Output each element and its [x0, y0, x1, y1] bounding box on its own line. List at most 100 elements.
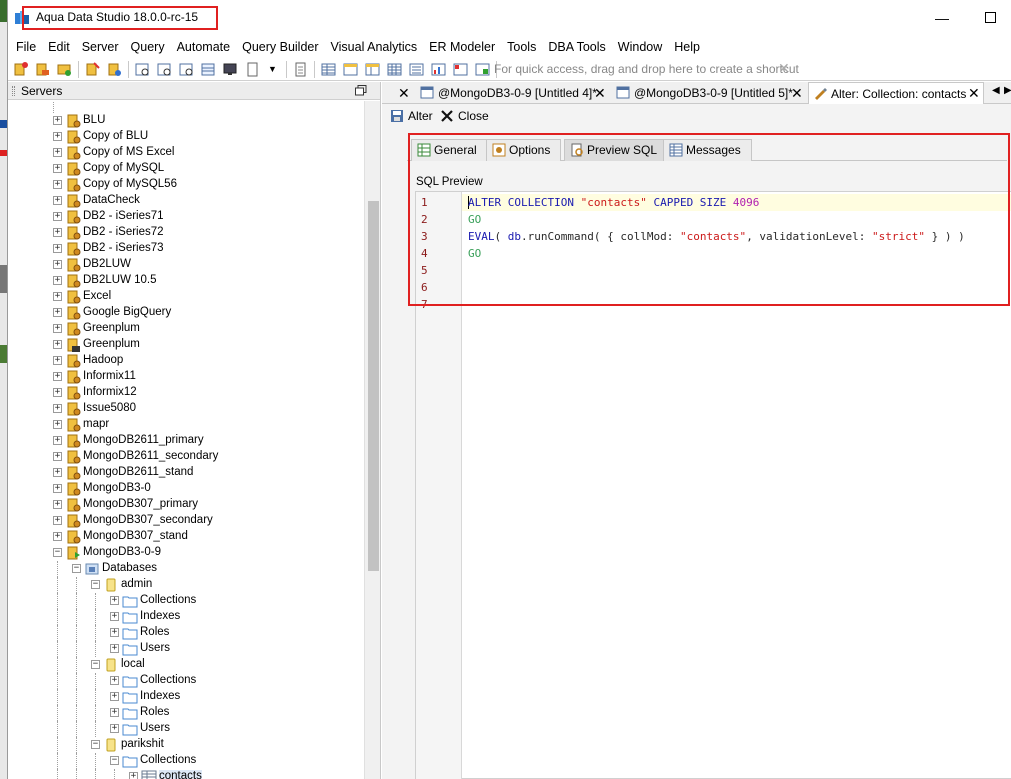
table-data-icon[interactable] — [200, 61, 217, 78]
expand-icon[interactable]: + — [53, 516, 62, 525]
restore-panel-icon[interactable] — [355, 85, 367, 96]
export-view-icon[interactable] — [474, 61, 491, 78]
refresh-server-icon[interactable] — [106, 61, 123, 78]
tab-untitled-5[interactable]: @MongoDB3-0-9 [Untitled 5]* — [612, 82, 793, 104]
tree-item-server[interactable]: + MongoDB307_stand — [8, 529, 363, 545]
disconnect-icon[interactable] — [84, 61, 101, 78]
expand-icon[interactable]: + — [53, 356, 62, 365]
tree-item-server[interactable]: + Greenplum — [8, 337, 363, 353]
chart-view-icon[interactable] — [430, 61, 447, 78]
tree-item-server[interactable]: + DB2 - iSeries72 — [8, 225, 363, 241]
expand-icon[interactable]: + — [53, 196, 62, 205]
tree-item-folder[interactable]: + Roles — [8, 705, 363, 721]
script-icon[interactable] — [292, 61, 309, 78]
collapse-icon[interactable]: − — [91, 660, 100, 669]
expand-icon[interactable]: + — [53, 324, 62, 333]
expand-icon[interactable]: + — [53, 260, 62, 269]
expand-icon[interactable]: + — [53, 388, 62, 397]
tree-item-server[interactable]: + Hadoop — [8, 353, 363, 369]
tree-item-server[interactable]: + DB2 - iSeries73 — [8, 241, 363, 257]
monitor-icon[interactable] — [222, 61, 239, 78]
expand-icon[interactable]: + — [53, 148, 62, 157]
menu-query[interactable]: Query — [125, 37, 171, 57]
tree-item-server[interactable]: + Google BigQuery — [8, 305, 363, 321]
expand-icon[interactable]: + — [53, 452, 62, 461]
tree-item-database[interactable]: − parikshit — [8, 737, 363, 753]
expand-icon[interactable]: + — [53, 116, 62, 125]
tab-scroll-left-icon[interactable]: ◀ — [992, 85, 1000, 96]
tree-item-server[interactable]: + MongoDB2611_stand — [8, 465, 363, 481]
tree-item-server[interactable]: + DataCheck — [8, 193, 363, 209]
tree-item-folder[interactable]: + Collections — [8, 593, 363, 609]
server-properties-icon[interactable] — [34, 61, 51, 78]
expand-icon[interactable]: + — [110, 708, 119, 717]
tree-item-folder[interactable]: − Collections — [8, 753, 363, 769]
tree-item-database[interactable]: − local — [8, 657, 363, 673]
tree-item-server[interactable]: + Informix12 — [8, 385, 363, 401]
tab-close-icon[interactable]: ✕ — [398, 82, 410, 104]
expand-icon[interactable]: + — [53, 484, 62, 493]
tree-item-collection[interactable]: + contacts — [8, 769, 363, 779]
menu-query-builder[interactable]: Query Builder — [236, 37, 324, 57]
tree-item-server[interactable]: + DB2LUW 10.5 — [8, 273, 363, 289]
expand-icon[interactable]: + — [53, 180, 62, 189]
pivot-view-icon[interactable] — [452, 61, 469, 78]
tree-item-server[interactable]: + MongoDB2611_secondary — [8, 449, 363, 465]
register-server-icon[interactable] — [12, 61, 29, 78]
menu-edit[interactable]: Edit — [42, 37, 76, 57]
expand-icon[interactable]: + — [110, 612, 119, 621]
expand-icon[interactable]: + — [53, 468, 62, 477]
tree-item-server[interactable]: + BLU — [8, 113, 363, 129]
tree-item-folder[interactable]: + Users — [8, 721, 363, 737]
expand-icon[interactable]: + — [53, 228, 62, 237]
collapse-icon[interactable]: − — [91, 740, 100, 749]
dropdown-arrow-icon[interactable]: ▼ — [264, 61, 281, 78]
tree-item-folder[interactable]: + Users — [8, 641, 363, 657]
tree-item-server[interactable]: + Copy of BLU — [8, 129, 363, 145]
tab-alter-collection[interactable]: Alter: Collection: contacts — [808, 82, 984, 104]
tree-item-server[interactable]: + Informix11 — [8, 369, 363, 385]
alter-button[interactable]: Alter — [390, 108, 433, 124]
menu-automate[interactable]: Automate — [171, 37, 237, 57]
tree-item-server[interactable]: − MongoDB3-0-9 — [8, 545, 363, 561]
expand-icon[interactable]: + — [53, 500, 62, 509]
query-builder-icon[interactable] — [178, 61, 195, 78]
tree-item-server[interactable]: + MongoDB307_secondary — [8, 513, 363, 529]
expand-icon[interactable]: + — [53, 532, 62, 541]
grid-view-icon[interactable] — [320, 61, 337, 78]
tab-close-icon[interactable]: ✕ — [594, 82, 606, 104]
tree-item-server[interactable]: + Copy of MySQL56 — [8, 177, 363, 193]
collapse-icon[interactable]: − — [110, 756, 119, 765]
expand-icon[interactable]: + — [110, 596, 119, 605]
tree-item-server[interactable]: + MongoDB307_primary — [8, 497, 363, 513]
expand-icon[interactable]: + — [53, 164, 62, 173]
expand-icon[interactable]: + — [110, 724, 119, 733]
menu-dba-tools[interactable]: DBA Tools — [542, 37, 611, 57]
menu-file[interactable]: File — [8, 37, 42, 57]
tree-item-folder[interactable]: + Indexes — [8, 609, 363, 625]
expand-icon[interactable]: + — [53, 404, 62, 413]
close-button[interactable]: Close — [440, 108, 489, 124]
tree-item-server[interactable]: + DB2 - iSeries71 — [8, 209, 363, 225]
expand-icon[interactable]: + — [53, 292, 62, 301]
expand-icon[interactable]: + — [53, 420, 62, 429]
expand-icon[interactable]: + — [53, 244, 62, 253]
collapse-icon[interactable]: − — [72, 564, 81, 573]
expand-icon[interactable]: + — [53, 308, 62, 317]
scrollbar-thumb[interactable] — [368, 201, 379, 571]
expand-icon[interactable]: + — [129, 772, 138, 779]
collapse-icon[interactable]: − — [53, 548, 62, 557]
query-analyzer-icon[interactable] — [156, 61, 173, 78]
menu-server[interactable]: Server — [76, 37, 125, 57]
tab-untitled-4[interactable]: @MongoDB3-0-9 [Untitled 4]* — [416, 82, 597, 104]
menu-help[interactable]: Help — [668, 37, 706, 57]
tree-item-folder[interactable]: + Roles — [8, 625, 363, 641]
query-window-icon[interactable] — [134, 61, 151, 78]
tree-item-server[interactable]: + Excel — [8, 289, 363, 305]
tree-item-folder[interactable]: + Indexes — [8, 689, 363, 705]
tree-item-server[interactable]: + Greenplum — [8, 321, 363, 337]
shortcut-close-icon[interactable]: ✕ — [778, 60, 790, 77]
collapse-icon[interactable]: − — [91, 580, 100, 589]
expand-icon[interactable]: + — [53, 372, 62, 381]
tab-close-icon[interactable]: ✕ — [968, 82, 980, 104]
